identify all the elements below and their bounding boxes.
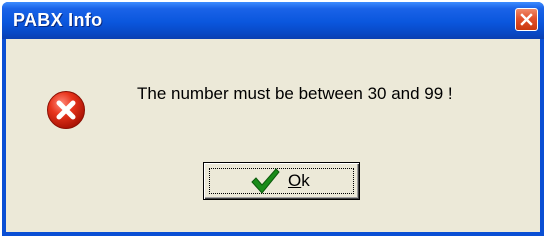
title-bar[interactable]: PABX Info (2, 2, 544, 39)
dialog-body: The number must be between 30 and 99 ! O… (6, 39, 540, 232)
close-button[interactable] (515, 8, 538, 31)
ok-button[interactable]: Ok (203, 162, 360, 200)
dialog-window: PABX Info The number must be between 30 … (2, 2, 544, 236)
ok-button-label: Ok (288, 171, 310, 191)
checkmark-icon (251, 168, 280, 194)
error-message: The number must be between 30 and 99 ! (137, 84, 453, 103)
error-icon (47, 91, 85, 129)
close-icon (520, 13, 533, 26)
ok-label-rest: k (301, 171, 310, 190)
ok-mnemonic: O (288, 171, 302, 190)
window-title: PABX Info (13, 10, 103, 30)
focus-rectangle (209, 168, 354, 194)
